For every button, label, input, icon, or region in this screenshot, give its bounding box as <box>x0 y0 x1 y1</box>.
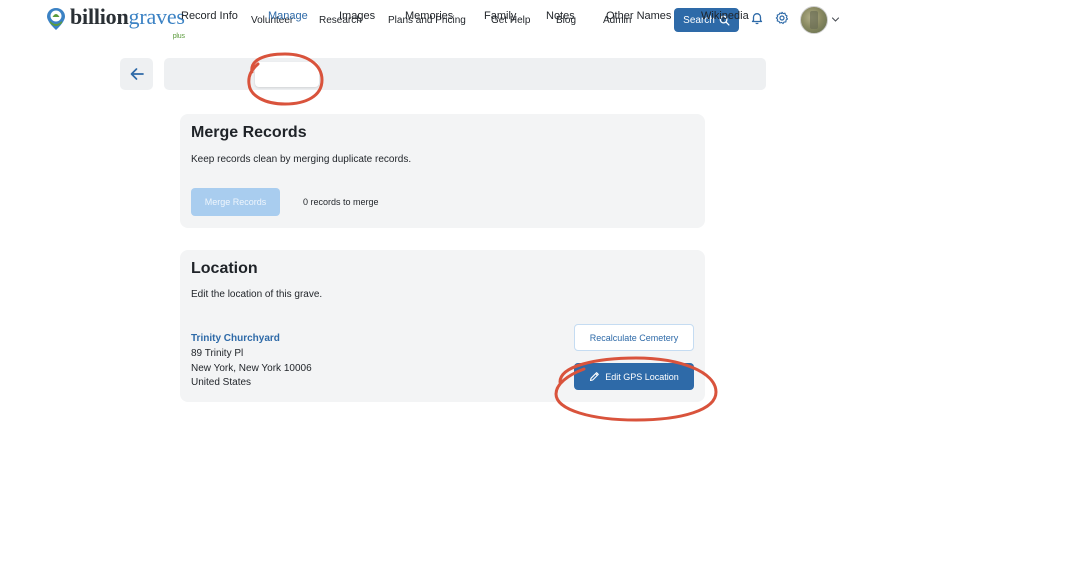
address-line-street: 89 Trinity Pl <box>191 348 244 359</box>
avatar[interactable] <box>800 6 828 34</box>
edit-gps-location-button[interactable]: Edit GPS Location <box>574 363 694 390</box>
location-card: Location Edit the location of this grave… <box>180 250 705 402</box>
tab-family[interactable]: Family <box>484 0 516 32</box>
tab-record-info[interactable]: Record Info <box>181 0 238 32</box>
chevron-down-icon[interactable] <box>831 15 840 24</box>
merge-records-description: Keep records clean by merging duplicate … <box>191 154 412 165</box>
gear-icon[interactable] <box>775 11 789 25</box>
merge-records-card: Merge Records Keep records clean by merg… <box>180 114 705 228</box>
bell-icon[interactable] <box>750 11 764 25</box>
logo-wordmark: billiongraves plus <box>70 4 185 41</box>
location-description: Edit the location of this grave. <box>191 289 323 300</box>
tab-manage[interactable]: Manage <box>268 0 308 32</box>
tab-wikipedia[interactable]: Wikipedia <box>701 0 749 32</box>
merge-records-title: Merge Records <box>191 124 307 141</box>
tab-notes[interactable]: Notes <box>546 0 575 32</box>
logo-pin-icon <box>47 8 65 30</box>
merge-count-text: 0 records to merge <box>303 197 379 207</box>
pencil-icon <box>590 372 600 382</box>
merge-records-button[interactable]: Merge Records <box>191 188 280 216</box>
address-line-country: United States <box>191 377 252 388</box>
logo[interactable]: billiongraves plus <box>46 4 185 41</box>
address-line-city: New York, New York 10006 <box>191 362 312 374</box>
recalculate-cemetery-button[interactable]: Recalculate Cemetery <box>574 324 694 351</box>
logo-brand-bold: billion <box>70 4 129 29</box>
arrow-left-icon <box>130 68 144 80</box>
tab-images[interactable]: Images <box>339 0 375 32</box>
tab-other-names[interactable]: Other Names <box>606 0 671 32</box>
cemetery-name-link[interactable]: Trinity Churchyard <box>191 333 280 344</box>
tab-memories[interactable]: Memories <box>405 0 453 32</box>
location-title: Location <box>191 260 258 277</box>
tab-active-indicator <box>255 62 319 87</box>
back-button[interactable] <box>120 58 153 90</box>
edit-gps-location-label: Edit GPS Location <box>605 371 679 382</box>
